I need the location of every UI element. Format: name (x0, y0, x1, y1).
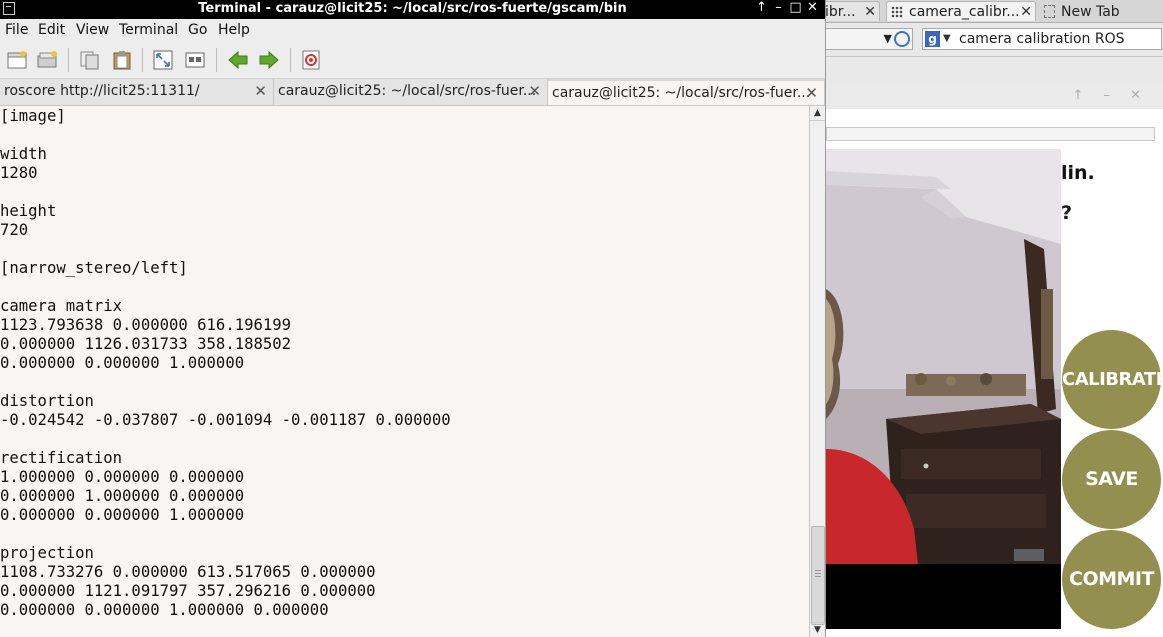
grid-icon (891, 6, 903, 18)
close-icon[interactable]: ✕ (254, 79, 267, 103)
commit-button[interactable]: COMMIT (1062, 530, 1161, 629)
horizontal-scrollbar[interactable] (826, 127, 1155, 141)
terminal-line: 1280 (0, 164, 38, 182)
terminal-line: 0.000000 0.000000 1.000000 (0, 506, 245, 524)
toolbar-separator (290, 48, 291, 72)
terminal-tab-label: carauz@licit25: ~/local/src/ros-fuer... (278, 83, 537, 99)
close-icon[interactable]: ✕ (864, 2, 876, 21)
terminal-tab-bar: roscore http://licit25:11311/ ✕ carauz@l… (0, 79, 825, 106)
menu-file[interactable]: File (5, 22, 28, 38)
browser-bookmark-area (826, 57, 1163, 85)
terminal-line: projection (0, 544, 94, 562)
arrow-right-icon[interactable] (258, 50, 280, 70)
menu-view[interactable]: View (76, 22, 109, 38)
terminal-tab-active[interactable]: carauz@licit25: ~/local/src/ros-fuer... … (548, 79, 825, 105)
terminal-titlebar: Terminal - carauz@licit25: ~/local/src/r… (0, 0, 825, 19)
terminal-window: Terminal - carauz@licit25: ~/local/src/r… (0, 0, 826, 637)
new-tab-icon[interactable] (6, 50, 28, 70)
window-controls[interactable]: ↑ – ✕ (1072, 88, 1149, 103)
search-input[interactable]: camera calibration ROS (959, 29, 1125, 49)
terminal-line: [narrow_stereo/left] (0, 259, 188, 277)
url-bar[interactable]: ▼ (826, 28, 913, 50)
scroll-down-icon[interactable]: ▼ (810, 622, 825, 637)
terminal-line: 1108.733276 0.000000 613.517065 0.000000 (0, 563, 376, 581)
browser-tab-label: camera_calibr... (909, 4, 1020, 20)
browser-tab-label: ibr... (825, 4, 856, 20)
browser-tab-new[interactable]: New Tab (1040, 1, 1150, 21)
search-bar[interactable]: g ▼ camera calibration ROS (922, 28, 1162, 50)
grip-icon (815, 570, 821, 578)
page-icon (1044, 5, 1055, 18)
terminal-line: distortion (0, 392, 94, 410)
browser-window: ibr... ✕ camera_calibr... ✕ New Tab ▼ g … (820, 0, 1163, 637)
terminal-line: rectification (0, 449, 123, 467)
copy-icon[interactable] (79, 50, 101, 70)
camera-feed-black-area (826, 564, 1061, 629)
terminal-line: camera matrix (0, 297, 123, 315)
minimize-icon[interactable]: – (770, 0, 787, 15)
browser-tab-active[interactable]: camera_calibr... ✕ (886, 1, 1036, 21)
pin-icon[interactable]: ↑ (753, 0, 770, 15)
browser-nav-bar: ▼ g ▼ camera calibration ROS (826, 23, 1163, 57)
menu-bar: File Edit View Terminal Go Help (0, 19, 825, 42)
close-icon[interactable]: ✕ (804, 0, 821, 15)
toolbar (0, 42, 825, 79)
browser-tab[interactable]: ibr... ✕ (820, 1, 880, 21)
close-icon[interactable]: ✕ (805, 81, 818, 105)
menu-edit[interactable]: Edit (38, 22, 65, 38)
terminal-line: height (0, 202, 57, 220)
browser-tab-label: New Tab (1061, 4, 1120, 20)
terminal-line: -0.024542 -0.037807 -0.001094 -0.001187 … (0, 411, 451, 429)
vertical-scrollbar[interactable]: ▲ ▼ (809, 106, 825, 637)
terminal-line: 0.000000 1.000000 0.000000 (0, 487, 245, 505)
terminal-text: [image] width 1280 height 720 [narrow_st… (0, 107, 451, 620)
terminal-line: 1123.793638 0.000000 616.196199 (0, 316, 292, 334)
toolbar-separator (68, 48, 69, 72)
calibration-status-text: ? (1061, 202, 1073, 224)
camera-feed-image (826, 149, 1061, 564)
help-icon[interactable] (300, 50, 322, 70)
terminal-output[interactable]: [image] width 1280 height 720 [narrow_st… (0, 106, 809, 637)
maximize-icon[interactable]: □ (787, 0, 804, 15)
zoom-window-icon[interactable] (184, 50, 206, 70)
search-engine-icon[interactable]: g (925, 31, 940, 47)
close-icon[interactable]: ✕ (528, 79, 541, 103)
menu-help[interactable]: Help (218, 22, 250, 38)
window-title: Terminal - carauz@licit25: ~/local/src/r… (198, 1, 627, 16)
calibrate-button[interactable]: CALIBRATE (1062, 330, 1163, 429)
terminal-tab[interactable]: carauz@licit25: ~/local/src/ros-fuer... … (274, 79, 548, 105)
calibration-window-titlebar: ↑ – ✕ (826, 85, 1163, 109)
terminal-line: 0.000000 1121.091797 357.296216 0.000000 (0, 582, 376, 600)
scrollbar-thumb[interactable] (811, 526, 825, 625)
terminal-tab[interactable]: roscore http://licit25:11311/ ✕ (0, 79, 274, 105)
terminal-line: [image] (0, 107, 66, 125)
close-icon[interactable]: ✕ (1020, 2, 1032, 21)
scroll-up-icon[interactable]: ▲ (810, 106, 825, 121)
terminal-tab-label: roscore http://licit25:11311/ (4, 83, 200, 99)
reload-icon[interactable] (894, 31, 910, 47)
chevron-down-icon[interactable]: ▼ (943, 29, 951, 49)
chevron-down-icon[interactable]: ▼ (884, 32, 892, 45)
terminal-line: width (0, 145, 47, 163)
toolbar-separator (142, 48, 143, 72)
terminal-tab-label: carauz@licit25: ~/local/src/ros-fuer... (552, 85, 811, 101)
terminal-line: 0.000000 0.000000 1.000000 0.000000 (0, 601, 329, 619)
terminal-line: 0.000000 1126.031733 358.188502 (0, 335, 292, 353)
arrow-left-icon[interactable] (227, 50, 249, 70)
fullscreen-icon[interactable] (152, 50, 174, 70)
terminal-line: 1.000000 0.000000 0.000000 (0, 468, 245, 486)
paste-icon[interactable] (111, 50, 133, 70)
terminal-line: 0.000000 0.000000 1.000000 (0, 354, 245, 372)
browser-tab-bar: ibr... ✕ camera_calibr... ✕ New Tab (820, 0, 1163, 23)
calibration-status-text: lin. (1061, 162, 1095, 184)
terminal-line: 720 (0, 221, 29, 239)
menu-go[interactable]: Go (188, 22, 207, 38)
window-controls: ↑ – □ ✕ (753, 0, 821, 15)
new-window-icon[interactable] (36, 50, 58, 70)
toolbar-separator (216, 48, 217, 72)
calibration-window: ↑ – ✕ lin. ? CALIBRATE SAVE COMMIT (826, 85, 1163, 637)
save-button[interactable]: SAVE (1062, 430, 1161, 529)
menu-terminal[interactable]: Terminal (119, 22, 178, 38)
